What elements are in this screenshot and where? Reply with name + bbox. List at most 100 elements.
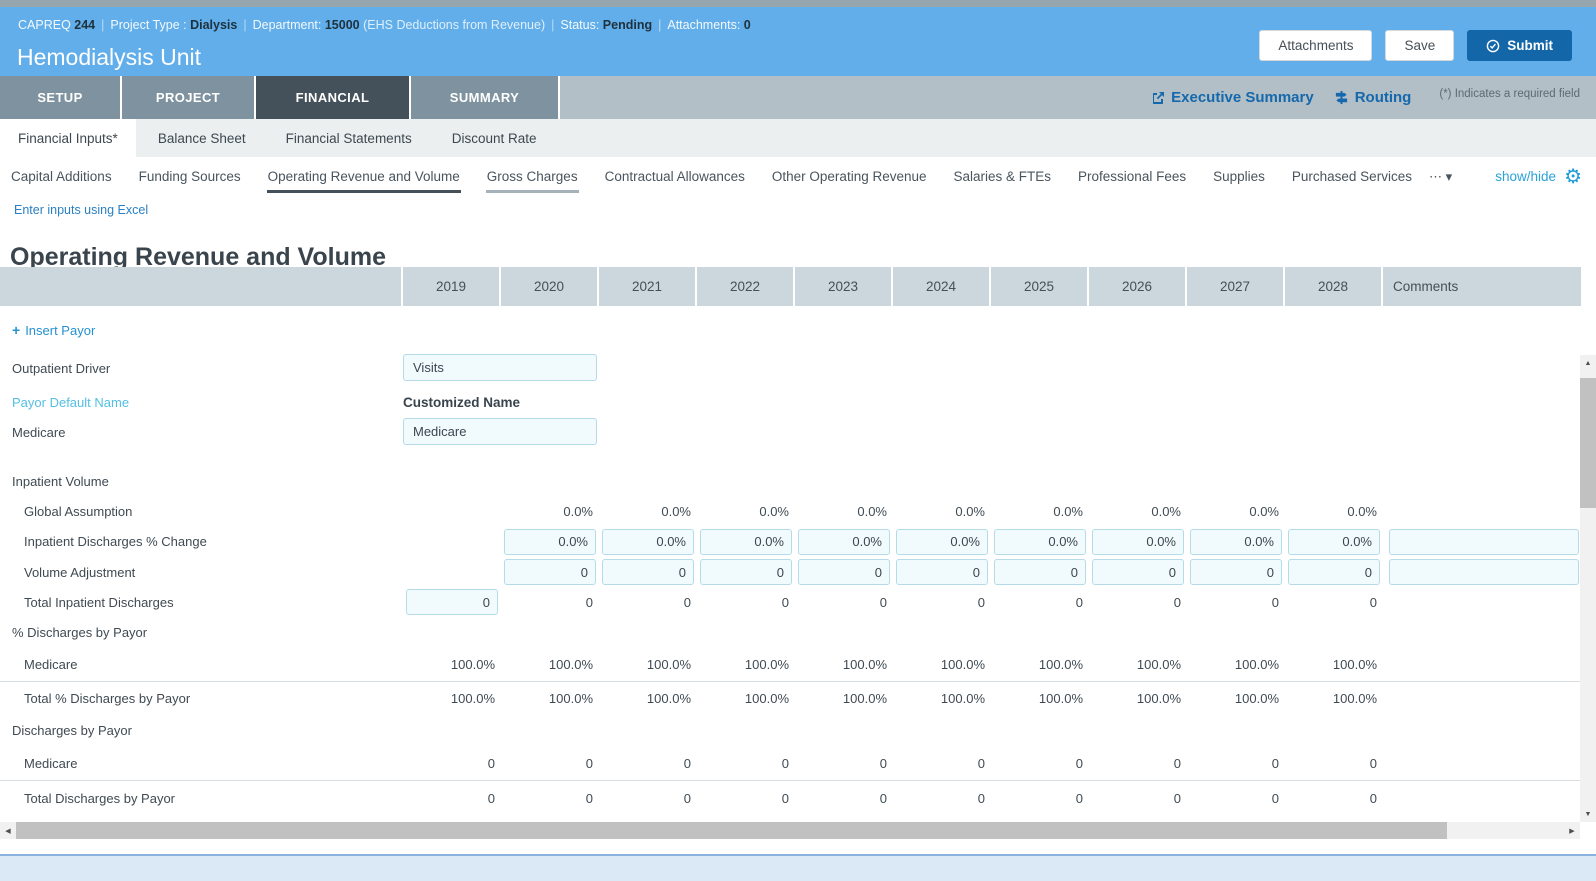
input-volume-adjustment-2028[interactable] — [1288, 559, 1380, 585]
grid-cell — [991, 466, 1089, 497]
grid-cell — [599, 617, 697, 648]
grid-year-header: 2019202020212022202320242025202620272028… — [0, 267, 1581, 306]
header-buttons: Attachments Save Submit — [1259, 30, 1572, 61]
project-title: Hemodialysis Unit — [17, 44, 201, 71]
save-button[interactable]: Save — [1385, 30, 1454, 61]
grid-cell — [501, 617, 599, 648]
payor-default-name-link[interactable]: Payor Default Name — [12, 395, 129, 410]
section-link-contractual-allowances[interactable]: Contractual Allowances — [604, 160, 746, 193]
value-medicare-2023: 100.0% — [795, 657, 893, 672]
input-inpatient-discharges-change-2024[interactable] — [896, 529, 988, 555]
payor-customized-name-input[interactable] — [403, 418, 597, 445]
sections-overflow-menu[interactable]: ⋯ ▾ — [1429, 169, 1452, 185]
input-inpatient-discharges-change-2027[interactable] — [1190, 529, 1282, 555]
section-link-other-operating-revenue[interactable]: Other Operating Revenue — [771, 160, 928, 193]
horizontal-scrollbar[interactable]: ◀ ▶ — [0, 822, 1580, 839]
comments-cell — [1383, 466, 1581, 497]
input-volume-adjustment-2025[interactable] — [994, 559, 1086, 585]
routing-icon — [1334, 90, 1349, 105]
comments-cell — [1383, 781, 1581, 815]
input-volume-adjustment-2020[interactable] — [504, 559, 596, 585]
submit-button[interactable]: Submit — [1467, 30, 1572, 61]
comment-input-volume-adjustment[interactable] — [1389, 559, 1579, 585]
grid-cell — [1285, 526, 1383, 557]
tab-summary[interactable]: SUMMARY — [411, 76, 558, 119]
customized-name-label: Customized Name — [403, 395, 520, 410]
meta-label: Department: — [253, 18, 322, 32]
input-volume-adjustment-2023[interactable] — [798, 559, 890, 585]
comment-input-inpatient-discharges-change[interactable] — [1389, 529, 1579, 555]
subtab-balance-sheet[interactable]: Balance Sheet — [140, 119, 264, 157]
grid-row-volume-adjustment: Volume Adjustment — [0, 557, 1581, 587]
grid-cell — [1089, 526, 1187, 557]
grid-cell — [1089, 557, 1187, 587]
grid-cell: 100.0% — [991, 682, 1089, 715]
insert-payor-link[interactable]: +Insert Payor — [12, 322, 95, 338]
input-inpatient-discharges-change-2028[interactable] — [1288, 529, 1380, 555]
outpatient-driver-input[interactable] — [403, 354, 597, 381]
section-link-gross-charges[interactable]: Gross Charges — [486, 160, 579, 193]
meta-separator: | — [658, 18, 661, 32]
scroll-left-arrow-icon[interactable]: ◀ — [0, 822, 16, 839]
value-total-discharges-by-payor-2028: 100.0% — [1285, 691, 1383, 706]
year-header-2021: 2021 — [599, 267, 697, 306]
vertical-scrollbar[interactable]: ▲ ▼ — [1580, 355, 1596, 822]
section-link-professional-fees[interactable]: Professional Fees — [1077, 160, 1187, 193]
grid-cell: 0 — [893, 746, 991, 780]
input-inpatient-discharges-change-2021[interactable] — [602, 529, 694, 555]
attachments-button[interactable]: Attachments — [1259, 30, 1372, 61]
executive-summary-link[interactable]: Executive Summary — [1151, 89, 1314, 106]
value-medicare-2022: 0 — [697, 756, 795, 771]
section-link-supplies[interactable]: Supplies — [1212, 160, 1266, 193]
input-inpatient-discharges-change-2020[interactable] — [504, 529, 596, 555]
input-inpatient-discharges-change-2022[interactable] — [700, 529, 792, 555]
input-inpatient-discharges-change-2023[interactable] — [798, 529, 890, 555]
grid-cell — [1285, 466, 1383, 497]
input-volume-adjustment-2022[interactable] — [700, 559, 792, 585]
footer-bar — [0, 854, 1596, 881]
tab-financial[interactable]: FINANCIAL — [256, 76, 409, 119]
section-link-capital-additions[interactable]: Capital Additions — [10, 160, 113, 193]
input-volume-adjustment-2021[interactable] — [602, 559, 694, 585]
subtab-financial-statements[interactable]: Financial Statements — [268, 119, 430, 157]
grid-cell — [795, 715, 893, 746]
subtab-financial-inputs[interactable]: Financial Inputs* — [0, 119, 136, 157]
scroll-down-arrow-icon[interactable]: ▼ — [1580, 806, 1596, 822]
input-inpatient-discharges-change-2026[interactable] — [1092, 529, 1184, 555]
value-medicare-2020: 0 — [501, 756, 599, 771]
enter-inputs-excel-link[interactable]: Enter inputs using Excel — [14, 203, 148, 217]
input-volume-adjustment-2024[interactable] — [896, 559, 988, 585]
row-label-inpatient-discharges-change: Inpatient Discharges % Change — [0, 534, 403, 549]
scroll-right-arrow-icon[interactable]: ▶ — [1564, 822, 1580, 839]
value-medicare-2028: 0 — [1285, 756, 1383, 771]
settings-gear-icon[interactable]: ⚙ — [1564, 167, 1582, 187]
section-link-purchased-services[interactable]: Purchased Services — [1291, 160, 1413, 193]
grid-cell — [1187, 715, 1285, 746]
show-hide-link[interactable]: show/hide — [1495, 169, 1556, 184]
grid-cell: 0 — [599, 587, 697, 617]
vertical-scrollbar-thumb[interactable] — [1580, 378, 1596, 508]
section-link-salaries-ftes[interactable]: Salaries & FTEs — [953, 160, 1053, 193]
subtab-discount-rate[interactable]: Discount Rate — [434, 119, 555, 157]
tab-project[interactable]: PROJECT — [122, 76, 254, 119]
grid-row-medicare: Medicare100.0%100.0%100.0%100.0%100.0%10… — [0, 648, 1581, 681]
window-top-strip — [0, 0, 1596, 7]
grid-cell: 100.0% — [599, 648, 697, 681]
grid-cell: 100.0% — [403, 648, 501, 681]
input-volume-adjustment-2026[interactable] — [1092, 559, 1184, 585]
grid-cell: 100.0% — [1089, 648, 1187, 681]
section-link-funding-sources[interactable]: Funding Sources — [138, 160, 242, 193]
grid-body: Inpatient VolumeGlobal Assumption0.0%0.0… — [0, 466, 1581, 815]
grid-row-total-inpatient-discharges: Total Inpatient Discharges000000000 — [0, 587, 1581, 617]
horizontal-scrollbar-thumb[interactable] — [16, 822, 1447, 839]
input-inpatient-discharges-change-2025[interactable] — [994, 529, 1086, 555]
comments-header: Comments — [1383, 267, 1581, 306]
section-link-operating-revenue-and-volume[interactable]: Operating Revenue and Volume — [267, 160, 461, 193]
input-total-inpatient-discharges-2019[interactable] — [406, 589, 498, 615]
tab-bar-right: Executive Summary Routing (*) Indicates … — [560, 76, 1596, 119]
tab-setup[interactable]: SETUP — [0, 76, 120, 119]
grid-cell: 0 — [697, 746, 795, 780]
input-volume-adjustment-2027[interactable] — [1190, 559, 1282, 585]
routing-link[interactable]: Routing — [1334, 89, 1412, 106]
scroll-up-arrow-icon[interactable]: ▲ — [1580, 355, 1596, 371]
